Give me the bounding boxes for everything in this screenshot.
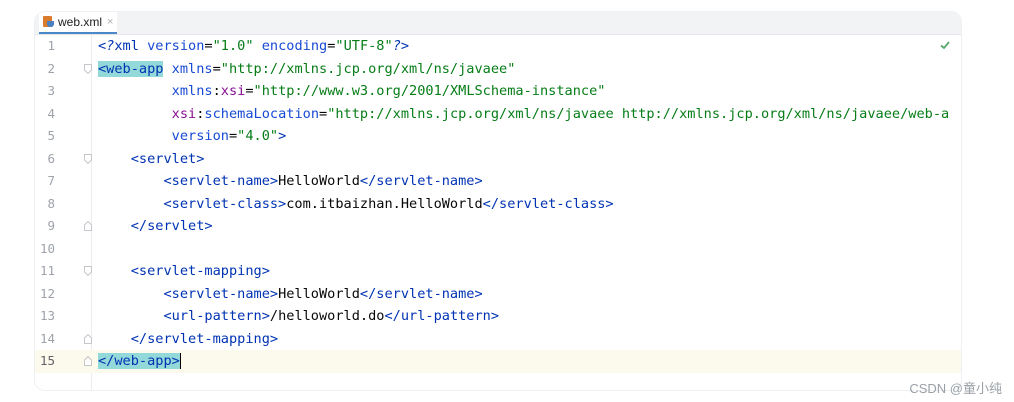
line-number: 14: [39, 330, 55, 346]
line-text: <servlet-class>com.itbaizhan.HelloWorld<…: [163, 195, 614, 212]
close-icon[interactable]: ×: [107, 16, 113, 28]
fold-open-icon[interactable]: [84, 153, 92, 164]
line-number: 1: [47, 38, 55, 53]
code-line[interactable]: 8 <servlet-class>com.itbaizhan.HelloWorl…: [35, 193, 961, 216]
line-number: 3: [47, 83, 55, 98]
text-caret: [179, 353, 181, 369]
line-number: 12: [39, 285, 55, 301]
code-editor: web.xml × 1 <?xml version="1.0" encoding=…: [35, 12, 961, 390]
line-number: 11: [39, 263, 55, 278]
checkmark-icon[interactable]: [939, 39, 951, 51]
code-line[interactable]: 10: [35, 238, 961, 261]
line-text: <servlet>: [130, 150, 205, 167]
fold-close-icon[interactable]: [84, 221, 92, 231]
code-line[interactable]: 11 <servlet-mapping>: [35, 260, 961, 283]
watermark-text: CSDN @童小纯: [909, 381, 1002, 396]
line-text: xsi:schemaLocation="http://xmlns.jcp.org…: [171, 105, 950, 122]
code-line[interactable]: 15 </web-app>: [35, 350, 961, 373]
code-line[interactable]: 12 <servlet-name>HelloWorld</servlet-nam…: [35, 283, 961, 306]
line-text: <servlet-mapping>: [130, 263, 270, 279]
code-line[interactable]: 7 <servlet-name>HelloWorld</servlet-name…: [35, 170, 961, 193]
fold-open-icon[interactable]: [84, 266, 92, 276]
line-text: <url-pattern>/helloworld.do</url-pattern…: [163, 308, 500, 324]
line-text: <servlet-name>HelloWorld</servlet-name>: [163, 285, 483, 302]
line-number: 6: [47, 150, 55, 166]
line-text: <web-app xmlns="http://xmlns.jcp.org/xml…: [98, 60, 516, 77]
code-line[interactable]: 14 </servlet-mapping>: [35, 328, 961, 351]
tab-web-xml[interactable]: web.xml ×: [39, 12, 118, 34]
line-number: 13: [39, 308, 55, 323]
line-number: 7: [47, 173, 55, 188]
code-line[interactable]: 1 <?xml version="1.0" encoding="UTF-8"?>: [35, 35, 961, 58]
line-text: <?xml version="1.0" encoding="UTF-8"?>: [98, 38, 410, 54]
code-line[interactable]: 3 xmlns:xsi="http://www.w3.org/2001/XMLS…: [35, 80, 961, 103]
code-area[interactable]: 1 <?xml version="1.0" encoding="UTF-8"?> 2…: [35, 35, 961, 390]
code-line[interactable]: 6 <servlet>: [35, 148, 961, 171]
fold-open-icon[interactable]: [84, 63, 92, 74]
editor-tab-bar: web.xml ×: [35, 12, 961, 35]
line-number: 9: [47, 218, 55, 233]
tab-label: web.xml: [58, 15, 103, 29]
fold-close-icon[interactable]: [84, 356, 92, 366]
line-number: 15: [39, 353, 55, 368]
line-text: </web-app>: [98, 353, 181, 369]
line-text: <servlet-name>HelloWorld</servlet-name>: [163, 173, 483, 189]
code-line[interactable]: 4 xsi:schemaLocation="http://xmlns.jcp.o…: [35, 103, 961, 126]
line-number: 2: [47, 60, 55, 76]
code-line[interactable]: 2 <web-app xmlns="http://xmlns.jcp.org/xm…: [35, 58, 961, 81]
line-number: 4: [47, 105, 55, 121]
code-line[interactable]: 13 <url-pattern>/helloworld.do</url-patt…: [35, 305, 961, 328]
code-line[interactable]: 5 version="4.0">: [35, 125, 961, 148]
code-line[interactable]: 9 </servlet>: [35, 215, 961, 238]
fold-close-icon[interactable]: [84, 333, 92, 344]
line-number: 10: [39, 240, 55, 256]
xml-file-icon: [43, 16, 55, 28]
line-text: xmlns:xsi="http://www.w3.org/2001/XMLSch…: [171, 83, 606, 99]
line-text: </servlet-mapping>: [130, 330, 279, 347]
line-text: </servlet>: [130, 218, 213, 234]
line-number: 5: [47, 128, 55, 143]
line-text: version="4.0">: [171, 128, 287, 144]
line-number: 8: [47, 195, 55, 211]
